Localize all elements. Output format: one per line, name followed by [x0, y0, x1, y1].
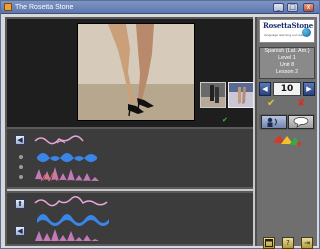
legs-in-heels-image	[78, 24, 194, 120]
waveform-graphic	[34, 196, 109, 241]
minimize-button[interactable]: _	[273, 3, 284, 12]
play-recording-button[interactable]: ◀	[15, 226, 25, 236]
rosetta-logo: RosettaStone language learning success	[259, 19, 315, 43]
speech-bubble-icon	[293, 117, 309, 128]
play-native-button[interactable]: ◀	[15, 135, 25, 145]
speaker-icon	[267, 117, 277, 127]
radio-option[interactable]	[19, 175, 23, 179]
main-picture[interactable]	[77, 23, 195, 121]
exit-button[interactable]: ⇥	[301, 237, 313, 249]
lesson-pane: ✔ ◀ ⬆ ◀	[5, 17, 255, 246]
next-screen-button[interactable]: ▶	[303, 82, 315, 96]
mode-palette[interactable]	[259, 132, 315, 147]
lesson-info[interactable]: Spanish (Lat. Am.) Level 1 Unit 8 Lesson…	[259, 47, 315, 79]
record-button[interactable]: ⬆	[15, 199, 25, 209]
radio-option[interactable]	[19, 165, 23, 169]
native-voice-track: ◀	[7, 129, 253, 187]
previous-screen-button[interactable]: ◀	[259, 82, 271, 96]
settings-button[interactable]	[263, 237, 275, 249]
close-button[interactable]: x	[303, 3, 314, 12]
thumbnail-image	[229, 83, 253, 107]
app-icon	[4, 3, 12, 11]
screen-number: 10	[273, 82, 301, 96]
wrong-x-icon: ✘	[297, 98, 306, 109]
title-bar[interactable]: The Rosetta Stone _ □ x	[1, 1, 319, 14]
native-waveform[interactable]	[31, 129, 253, 187]
radio-option[interactable]	[19, 155, 23, 159]
window-title: The Rosetta Stone	[15, 4, 74, 11]
unit-label: Unit 8	[279, 62, 295, 68]
level-label: Level 1	[278, 55, 296, 61]
globe-icon	[302, 28, 311, 37]
app-window: The Rosetta Stone _ □ x ✔ ◀ ⬆ ◀ RosettaS…	[0, 0, 320, 249]
thumbnail-picture-2[interactable]	[228, 82, 254, 108]
lesson-label: Lesson 2	[275, 69, 299, 75]
check-icon: ✔	[222, 116, 228, 124]
track-divider	[7, 189, 253, 191]
screen-navigation: ◀ 10 ▶	[259, 82, 315, 96]
maximize-button[interactable]: □	[287, 3, 298, 12]
control-panel: RosettaStone language learning success S…	[257, 17, 317, 249]
learner-waveform[interactable]	[31, 193, 253, 244]
correct-check-icon: ✔	[267, 98, 276, 109]
help-button[interactable]: ?	[282, 237, 294, 249]
window-icon	[265, 239, 273, 247]
mode-selector	[259, 114, 315, 130]
logo-tagline: language learning success	[264, 33, 304, 37]
thumbnail-image	[201, 83, 225, 107]
learner-voice-track: ⬆ ◀	[7, 193, 253, 244]
language-label: Spanish (Lat. Am.)	[264, 48, 310, 54]
thumbnail-picture-1[interactable]	[200, 82, 226, 108]
picture-area: ✔	[7, 19, 254, 127]
speaker-mode-button[interactable]	[261, 115, 287, 129]
client-area: ✔ ◀ ⬆ ◀ RosettaStone language learning s…	[5, 17, 317, 249]
waveform-graphic	[34, 135, 99, 182]
colored-shapes-icon	[273, 135, 302, 147]
score-marks: ✔ ✘	[259, 98, 315, 110]
speech-bubble-mode-button[interactable]	[288, 115, 314, 129]
